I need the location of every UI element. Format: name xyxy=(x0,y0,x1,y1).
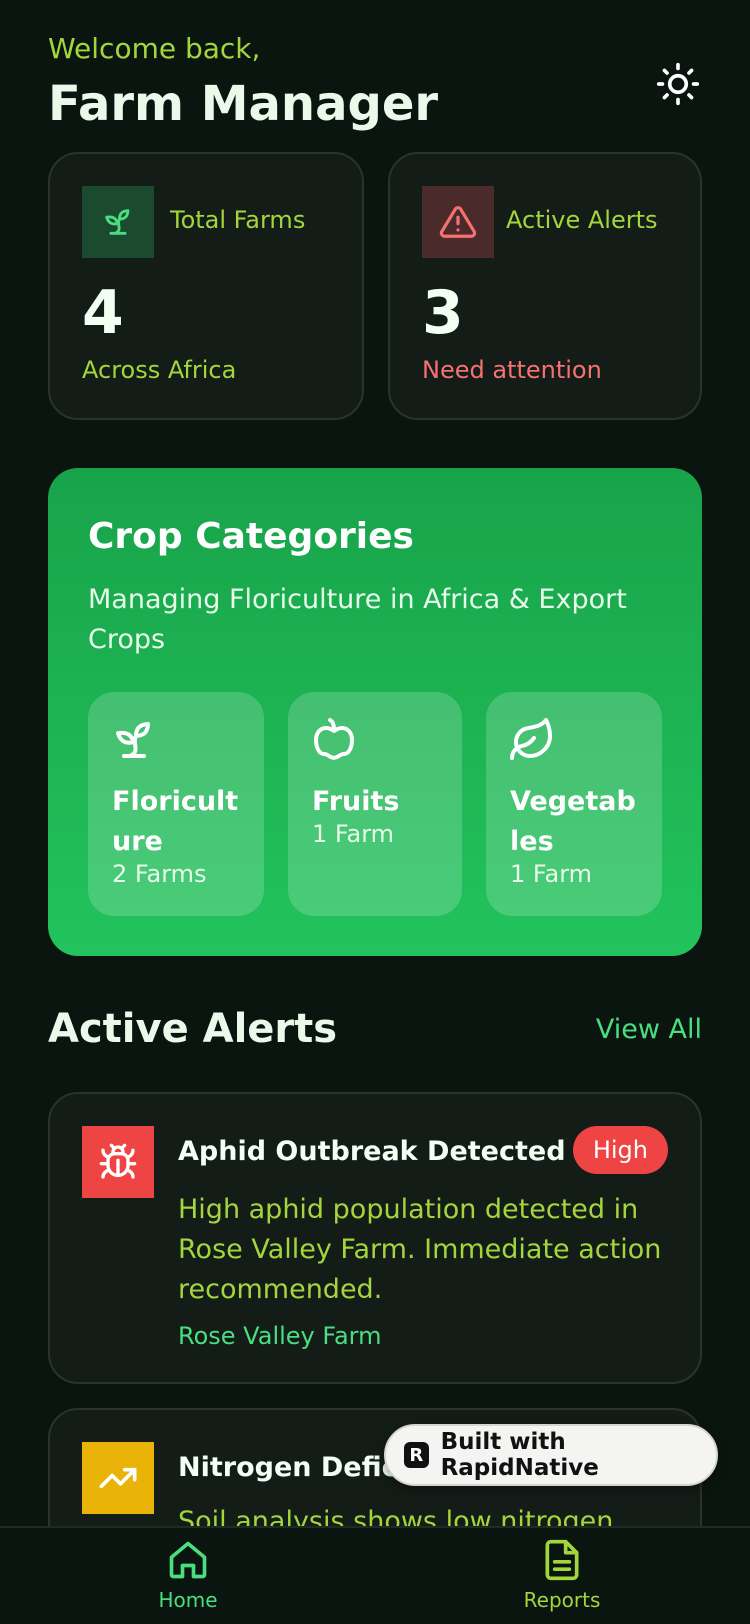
crop-tile-count: 1 Farm xyxy=(510,860,593,888)
document-icon xyxy=(545,1539,579,1581)
stat-label: Active Alerts xyxy=(506,206,658,234)
alert-card[interactable]: Aphid Outbreak Detected High High aphid … xyxy=(48,1092,702,1384)
crop-tile-vegetables[interactable]: Vegetables 1 Farm xyxy=(486,692,662,916)
crop-tile-name: Fruits xyxy=(312,786,400,817)
nav-tab-reports[interactable]: Reports xyxy=(502,1538,622,1612)
view-all-link[interactable]: View All xyxy=(596,1014,702,1045)
crop-tile-fruits[interactable]: Fruits 1 Farm xyxy=(288,692,462,916)
sprout-icon xyxy=(116,722,150,758)
apple-icon xyxy=(314,718,354,760)
sun-icon xyxy=(656,62,700,106)
welcome-text: Welcome back, xyxy=(48,32,261,65)
home-icon xyxy=(169,1541,207,1579)
total-farms-icon-box xyxy=(82,186,154,258)
severity-badge: High xyxy=(572,1126,668,1174)
crop-categories-title: Crop Categories xyxy=(88,516,414,557)
warning-icon xyxy=(439,206,477,238)
crop-tile-count: 2 Farms xyxy=(112,860,207,888)
theme-toggle-button[interactable] xyxy=(652,58,704,110)
alert-description: High aphid population detected in Rose V… xyxy=(178,1194,662,1305)
rapidnative-logo-icon: R xyxy=(404,1442,429,1468)
crop-tile-name: Vegetables xyxy=(510,786,636,857)
stat-value: 3 xyxy=(422,278,464,348)
nav-tab-home[interactable]: Home xyxy=(128,1538,248,1612)
bottom-navigation: Home Reports xyxy=(0,1526,750,1624)
nav-label-home: Home xyxy=(158,1588,218,1612)
alert-title: Nitrogen Defici xyxy=(178,1452,407,1483)
stat-value: 4 xyxy=(82,278,124,348)
active-alerts-icon-box xyxy=(422,186,494,258)
trending-up-icon xyxy=(99,1467,137,1489)
stat-subtext: Across Africa xyxy=(82,356,237,384)
leaf-icon xyxy=(510,718,552,760)
alert-title: Aphid Outbreak Detected xyxy=(178,1136,566,1167)
built-with-badge[interactable]: R Built with RapidNative xyxy=(384,1424,718,1486)
built-with-text: Built with RapidNative xyxy=(440,1429,599,1481)
stat-subtext: Need attention xyxy=(422,356,602,384)
nav-label-reports: Reports xyxy=(523,1588,601,1612)
active-alerts-card[interactable]: Active Alerts 3 Need attention xyxy=(388,152,702,420)
total-farms-card[interactable]: Total Farms 4 Across Africa xyxy=(48,152,364,420)
crop-categories-card: Crop Categories Managing Floriculture in… xyxy=(48,468,702,956)
alert-farm-name: Rose Valley Farm xyxy=(178,1322,382,1350)
alert-icon-box xyxy=(82,1442,154,1514)
crop-tile-name: Floriculture xyxy=(112,786,239,857)
page-title: Farm Manager xyxy=(48,76,439,132)
stat-label: Total Farms xyxy=(170,206,306,234)
crop-tile-count: 1 Farm xyxy=(312,820,395,848)
sprout-icon xyxy=(105,209,130,235)
bug-icon xyxy=(99,1143,137,1179)
active-alerts-heading: Active Alerts xyxy=(48,1006,338,1052)
crop-tile-floriculture[interactable]: Floriculture 2 Farms xyxy=(88,692,264,916)
alert-icon-box xyxy=(82,1126,154,1198)
crop-categories-subtitle: Managing Floriculture in Africa & Export… xyxy=(88,584,627,655)
